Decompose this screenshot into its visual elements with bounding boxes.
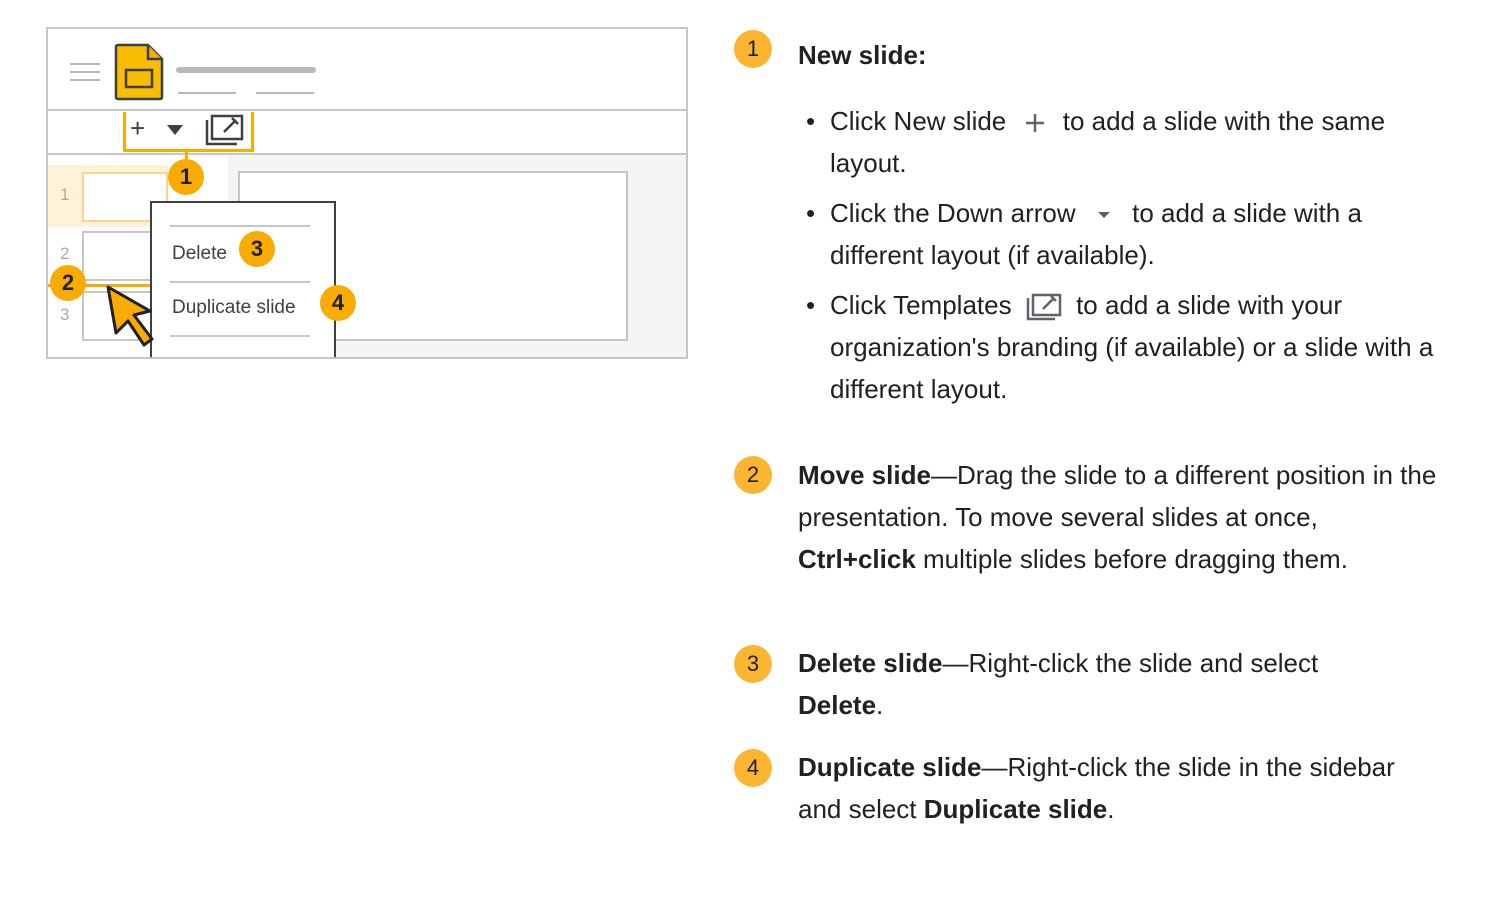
menu-divider: [170, 281, 310, 283]
step-body: New slide:: [798, 34, 1438, 76]
step-title: Delete slide: [798, 648, 943, 678]
menu-placeholder: [178, 92, 236, 94]
document-title-placeholder: [176, 67, 316, 73]
new-slide-options-list: Click New slide to add a slide with the …: [806, 100, 1446, 418]
step-title: Move slide: [798, 460, 931, 490]
step-body: Delete slide—Right-click the slide and s…: [798, 642, 1358, 726]
step-number-badge: 3: [734, 645, 772, 683]
slide-number: 2: [60, 244, 70, 263]
menu-divider: [170, 335, 310, 337]
callout-badge-3: 3: [239, 231, 275, 267]
list-item: Click New slide to add a slide with the …: [806, 100, 1446, 184]
step-bold-text: Ctrl+click: [798, 544, 916, 574]
step-bold-text: Delete: [798, 690, 877, 720]
templates-icon[interactable]: [204, 113, 246, 147]
context-menu-delete[interactable]: Delete: [172, 243, 227, 265]
step-text: multiple slides before dragging them.: [915, 544, 1348, 574]
step-text: —Right-click the slide and select: [942, 648, 1319, 678]
down-arrow-icon[interactable]: [167, 125, 183, 135]
bullet-text: Click New slide: [830, 106, 1007, 136]
context-menu: Delete Duplicate slide: [150, 201, 336, 357]
slides-file-icon: [114, 43, 164, 101]
bullet-text: Click the Down arrow: [830, 198, 1076, 228]
step-number-badge: 2: [734, 456, 772, 494]
callout-badge-2: 2: [50, 265, 86, 301]
step-body: Duplicate slide—Right-click the slide in…: [798, 746, 1398, 830]
callout-badge-1: 1: [168, 159, 204, 195]
slide-number: 1: [60, 185, 70, 204]
callout-connector: [185, 149, 188, 159]
step-title: Duplicate slide: [798, 752, 982, 782]
step-bold-text: Duplicate slide: [923, 794, 1108, 824]
header-divider: [48, 109, 686, 111]
down-arrow-icon: [1097, 212, 1110, 219]
slides-illustration: 1 2 3 Delete Duplicate slide + 1 2 3 4: [46, 27, 688, 359]
step-title: New slide:: [798, 40, 927, 70]
mouse-cursor-icon: [106, 285, 154, 347]
callout-badge-4: 4: [320, 285, 356, 321]
bullet-text: Click Templates: [830, 290, 1012, 320]
step-text: .: [876, 690, 884, 720]
step-body: Move slide—Drag the slide to a different…: [798, 454, 1438, 580]
plus-icon[interactable]: +: [130, 115, 145, 141]
context-menu-duplicate-slide[interactable]: Duplicate slide: [172, 297, 296, 319]
list-item: Click Templates to add a slide with your…: [806, 284, 1446, 410]
step-number-badge: 1: [734, 30, 772, 68]
menu-divider: [170, 225, 310, 227]
step-text: .: [1107, 794, 1115, 824]
menu-placeholder: [256, 92, 314, 94]
slide-number: 3: [60, 305, 70, 324]
plus-icon: [1025, 114, 1044, 133]
step-number-badge: 4: [734, 749, 772, 787]
list-item: Click the Down arrow to add a slide with…: [806, 192, 1446, 276]
templates-icon: [1026, 293, 1062, 321]
hamburger-menu-icon: [70, 63, 100, 87]
